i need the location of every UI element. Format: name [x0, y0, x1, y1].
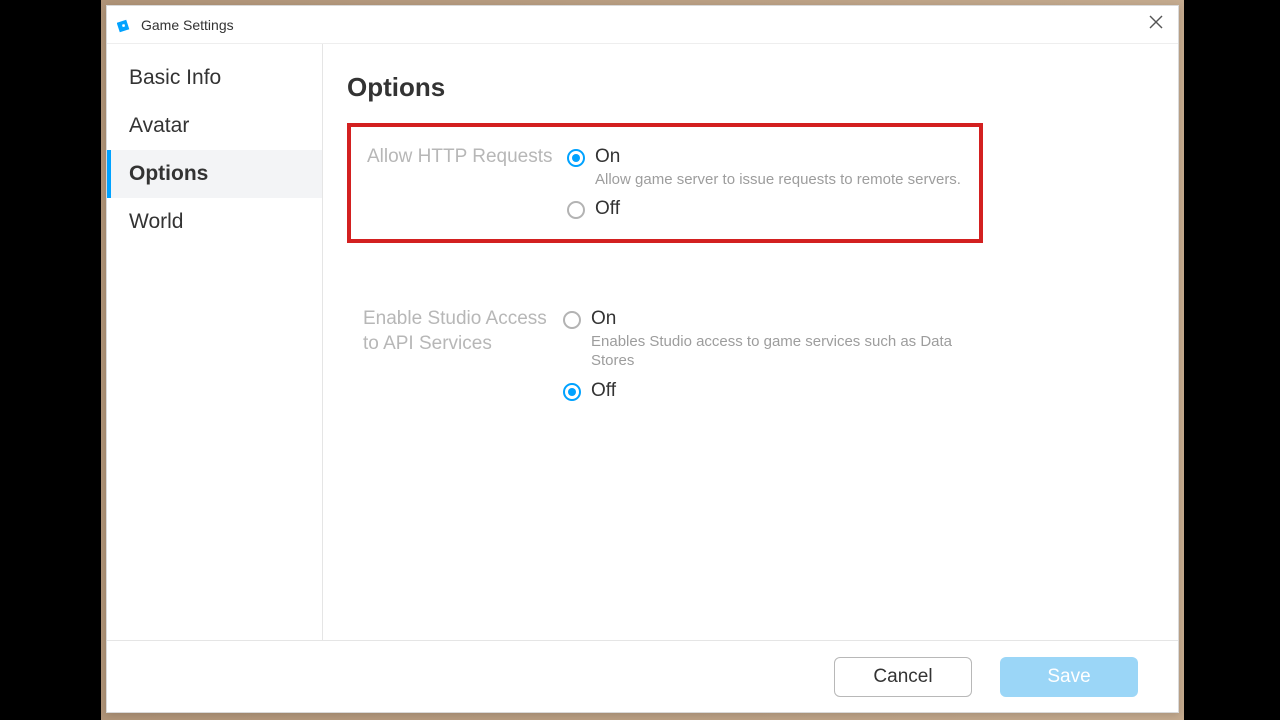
button-label: Cancel	[873, 666, 932, 688]
setting-label: Allow HTTP Requests	[367, 145, 567, 221]
radio-row-off[interactable]: Off	[563, 379, 967, 403]
sidebar-item-label: Basic Info	[129, 66, 221, 90]
setting-allow-http-requests: Allow HTTP Requests On Allow game server…	[347, 123, 983, 243]
radio-button[interactable]	[567, 201, 585, 219]
setting-options: On Enables Studio access to game service…	[563, 307, 967, 403]
window-title: Game Settings	[141, 17, 1142, 33]
radio-label: Off	[595, 197, 620, 221]
sidebar-item-basic-info[interactable]: Basic Info	[107, 54, 322, 102]
radio-desc: Allow game server to issue requests to r…	[595, 170, 961, 190]
setting-label: Enable Studio Access to API Services	[363, 307, 563, 403]
radio-row-on[interactable]: On Allow game server to issue requests t…	[567, 145, 963, 189]
sidebar: Basic Info Avatar Options World	[107, 44, 323, 640]
button-label: Save	[1047, 666, 1090, 688]
main-panel: Options Allow HTTP Requests On Allow gam…	[323, 44, 1178, 640]
save-button[interactable]: Save	[1000, 657, 1138, 697]
page-title: Options	[347, 72, 1154, 103]
radio-desc: Enables Studio access to game services s…	[591, 332, 967, 371]
close-icon	[1149, 15, 1163, 34]
setting-options: On Allow game server to issue requests t…	[567, 145, 963, 221]
radio-button[interactable]	[563, 383, 581, 401]
sidebar-item-world[interactable]: World	[107, 198, 322, 246]
dialog-footer: Cancel Save	[107, 640, 1178, 712]
close-button[interactable]	[1142, 11, 1170, 39]
cancel-button[interactable]: Cancel	[834, 657, 972, 697]
radio-button[interactable]	[567, 149, 585, 167]
sidebar-item-options[interactable]: Options	[107, 150, 322, 198]
radio-button[interactable]	[563, 311, 581, 329]
dialog-body: Basic Info Avatar Options World Options …	[107, 44, 1178, 640]
radio-label: On	[591, 307, 967, 331]
radio-text: On Allow game server to issue requests t…	[595, 145, 961, 189]
radio-label: On	[595, 145, 961, 169]
setting-enable-studio-access: Enable Studio Access to API Services On …	[347, 289, 983, 421]
sidebar-item-avatar[interactable]: Avatar	[107, 102, 322, 150]
sidebar-item-label: Avatar	[129, 114, 189, 138]
radio-text: On Enables Studio access to game service…	[591, 307, 967, 371]
roblox-studio-icon	[117, 17, 133, 33]
sidebar-item-label: Options	[129, 162, 208, 186]
radio-row-off[interactable]: Off	[567, 197, 963, 221]
radio-text: Off	[595, 197, 620, 221]
game-settings-dialog: Game Settings Basic Info Avatar Options …	[106, 5, 1179, 713]
radio-row-on[interactable]: On Enables Studio access to game service…	[563, 307, 967, 371]
radio-label: Off	[591, 379, 616, 403]
radio-text: Off	[591, 379, 616, 403]
sidebar-item-label: World	[129, 210, 183, 234]
title-bar: Game Settings	[107, 6, 1178, 44]
